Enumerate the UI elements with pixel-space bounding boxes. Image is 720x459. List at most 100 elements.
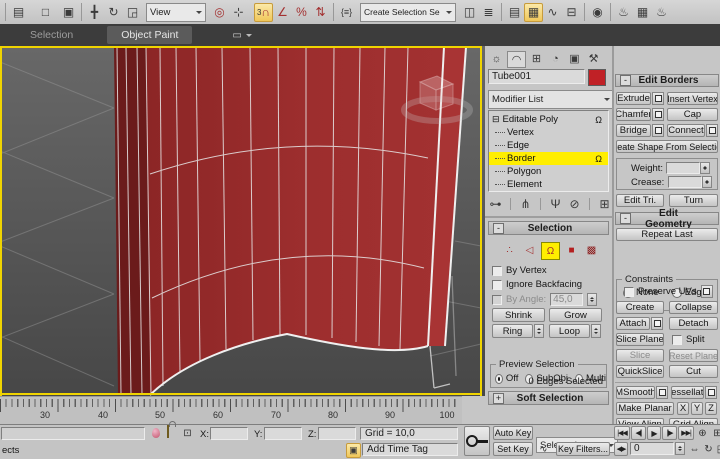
extrude-settings-button[interactable]: [652, 92, 664, 105]
by-vertex-checkbox[interactable]: [492, 266, 502, 276]
element-subobject-icon[interactable]: ▩: [583, 242, 600, 258]
angle-snap-icon[interactable]: ∠: [273, 3, 292, 22]
maxscript-mini-listener[interactable]: [1, 427, 145, 440]
snaps-toggle-icon[interactable]: 3∩: [254, 3, 273, 22]
previous-frame-button[interactable]: ◀||: [631, 426, 646, 440]
slice-button[interactable]: Slice: [616, 349, 664, 362]
chamfer-settings-button[interactable]: [652, 108, 664, 121]
x-coordinate-field[interactable]: [210, 427, 248, 440]
attach-button[interactable]: Attach: [616, 317, 650, 330]
display-tab-icon[interactable]: ▣: [566, 51, 583, 66]
connect-settings-button[interactable]: [706, 124, 718, 137]
utilities-tab-icon[interactable]: ⚒: [585, 51, 602, 66]
edit-named-selection-sets-icon[interactable]: {≡}: [337, 3, 356, 22]
chamfer-button[interactable]: Chamfer: [616, 108, 651, 121]
tessellate-settings-button[interactable]: [705, 386, 717, 399]
object-name-field[interactable]: Tube001: [488, 69, 585, 84]
reset-plane-button[interactable]: Reset Plane: [669, 349, 718, 362]
zoom-icon[interactable]: ⊕: [695, 426, 710, 440]
modify-tab-icon[interactable]: ◠: [507, 51, 526, 68]
extrude-button[interactable]: Extrude: [616, 92, 651, 105]
motion-tab-icon[interactable]: ◔: [547, 51, 564, 66]
make-unique-icon[interactable]: Ψ: [548, 197, 563, 211]
stack-row-element[interactable]: Element: [489, 178, 608, 191]
make-planar-z-button[interactable]: Z: [705, 402, 717, 415]
key-filters-button[interactable]: Key Filters...: [556, 442, 610, 456]
ribbon-minimize-button[interactable]: ▭: [232, 30, 251, 41]
pan-icon[interactable]: ⇔: [687, 442, 702, 456]
select-and-manipulate-icon[interactable]: ⊹: [229, 3, 248, 22]
make-planar-y-button[interactable]: Y: [691, 402, 703, 415]
shrink-button[interactable]: Shrink: [492, 308, 545, 322]
tab-object-paint[interactable]: Object Paint: [107, 26, 192, 44]
set-key-button[interactable]: Set Key: [493, 442, 533, 456]
viewport[interactable]: [0, 46, 485, 396]
absolute-mode-icon[interactable]: ⊡: [180, 426, 195, 440]
create-button[interactable]: Create: [616, 301, 664, 314]
spinner-snap-icon[interactable]: ⇅: [311, 3, 330, 22]
cut-button[interactable]: Cut: [669, 365, 718, 378]
zoom-extents-all-icon[interactable]: ⊞: [710, 426, 720, 440]
ignore-backfacing-checkbox[interactable]: [492, 280, 502, 290]
stack-row-border[interactable]: Border Ω: [489, 152, 608, 165]
stack-row-edge[interactable]: Edge: [489, 139, 608, 152]
configure-modifier-sets-icon[interactable]: ⊞: [597, 197, 612, 211]
material-editor-icon[interactable]: ◉: [588, 3, 607, 22]
play-button[interactable]: ▶: [647, 426, 661, 440]
selection-lock-icon[interactable]: [167, 425, 169, 438]
insert-vertex-button[interactable]: Insert Vertex: [667, 92, 718, 105]
crease-field[interactable]: [668, 176, 702, 188]
select-and-scale-icon[interactable]: ◲: [123, 3, 142, 22]
timeline-ruler[interactable]: 30 40 50 60 70 80 90 100: [0, 396, 462, 425]
stack-row-polygon[interactable]: Polygon: [489, 165, 608, 178]
goto-end-button[interactable]: ▶▶|: [678, 426, 694, 440]
reference-coordinate-dropdown[interactable]: View: [146, 3, 206, 22]
auto-key-button[interactable]: Auto Key: [493, 426, 533, 440]
make-planar-x-button[interactable]: X: [677, 402, 689, 415]
tab-selection[interactable]: Selection: [16, 26, 87, 44]
preserve-uvs-checkbox[interactable]: [624, 287, 634, 297]
border-subobject-icon[interactable]: Ω: [541, 242, 560, 260]
edit-borders-rollout-header[interactable]: - Edit Borders: [615, 74, 719, 87]
selection-rollout-header[interactable]: - Selection: [488, 221, 609, 235]
create-shape-button[interactable]: Create Shape From Selection: [616, 140, 718, 153]
by-angle-checkbox[interactable]: [492, 295, 502, 305]
vertex-subobject-icon[interactable]: ∴: [501, 242, 518, 258]
preserve-uvs-settings-button[interactable]: [701, 285, 713, 298]
z-coordinate-field[interactable]: [318, 427, 356, 440]
msmooth-settings-button[interactable]: [656, 386, 668, 399]
schematic-view-icon[interactable]: ⊟: [562, 3, 581, 22]
current-frame-field[interactable]: 0: [630, 442, 674, 455]
by-angle-spinner[interactable]: [587, 293, 597, 306]
mirror-icon[interactable]: ◫: [460, 3, 479, 22]
bridge-settings-button[interactable]: [652, 124, 664, 137]
select-by-name-icon[interactable]: ▤: [9, 3, 28, 22]
msmooth-button[interactable]: MSmooth: [616, 386, 655, 399]
edge-subobject-icon[interactable]: ◁: [521, 242, 538, 258]
create-tab-icon[interactable]: ☼: [488, 51, 505, 66]
curve-editor-icon[interactable]: ∿: [543, 3, 562, 22]
use-pivot-center-icon[interactable]: ◎: [210, 3, 229, 22]
soft-selection-rollout-header[interactable]: + Soft Selection: [488, 391, 609, 405]
graphite-ribbon-toggle-icon[interactable]: ▦: [524, 3, 543, 22]
select-and-move-icon[interactable]: ╋: [85, 3, 104, 22]
set-keys-button[interactable]: [464, 426, 490, 456]
align-icon[interactable]: ≣: [479, 3, 498, 22]
ring-spinner[interactable]: [534, 324, 544, 338]
show-end-result-icon[interactable]: ⋔: [518, 197, 533, 211]
loop-button[interactable]: Loop: [549, 324, 590, 338]
quickslice-button[interactable]: QuickSlice: [616, 365, 664, 378]
split-checkbox[interactable]: [672, 335, 682, 345]
default-in-out-tangents-icon[interactable]: ∿: [536, 442, 551, 456]
cap-button[interactable]: Cap: [667, 108, 718, 121]
window-crossing-icon[interactable]: ▣: [59, 3, 78, 22]
edit-tri-button[interactable]: Edit Tri.: [616, 194, 664, 207]
layer-manager-icon[interactable]: ▤: [505, 3, 524, 22]
tessellate-button[interactable]: Tessellate: [671, 386, 704, 399]
weight-spinner[interactable]: [700, 162, 710, 174]
modifier-list-dropdown[interactable]: Modifier List: [488, 90, 614, 109]
stack-row-vertex[interactable]: Vertex: [489, 126, 608, 139]
remove-modifier-icon[interactable]: ⊘: [567, 197, 582, 211]
ring-button[interactable]: Ring: [492, 324, 533, 338]
next-frame-button[interactable]: ||▶: [662, 426, 677, 440]
